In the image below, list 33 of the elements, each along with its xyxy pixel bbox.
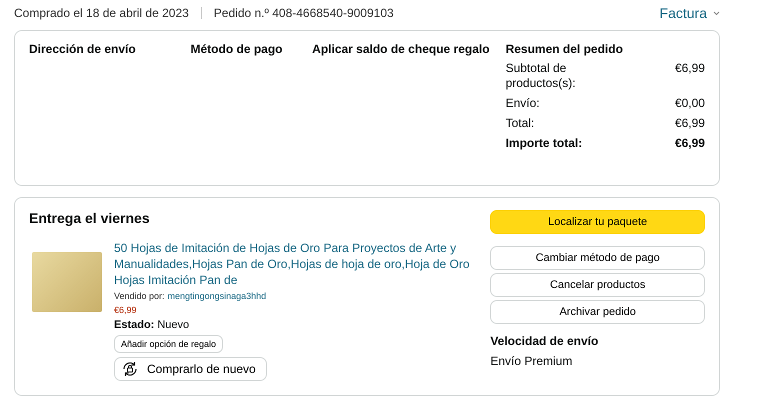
buy-again-button[interactable]: Comprarlo de nuevo	[114, 357, 267, 381]
action-button[interactable]: Archivar pedido	[490, 300, 705, 324]
summary-value: €6,99	[674, 61, 705, 77]
summary-label: Envío:	[506, 96, 541, 111]
buy-again-icon	[121, 360, 139, 378]
summary-value: €6,99	[674, 136, 705, 151]
shipping-speed-heading: Velocidad de envío	[490, 334, 600, 348]
column-heading: Dirección de envío	[29, 42, 136, 56]
action-button[interactable]: Cancelar productos	[490, 273, 705, 297]
price: €6,99	[114, 305, 137, 315]
summary-heading: Resumen del pedido	[506, 42, 624, 56]
chevron-down-icon	[713, 10, 720, 16]
product-link[interactable]: 50 Hojas de Imitación de Hojas de Oro Para Proyectos de Arte y Manualidades,Hojas Pan de Oro,Hojas de hoja de oro,Hoja de Oro Hojas Imitación Pan de	[114, 240, 474, 288]
delivery-title: Entrega el viernes	[29, 210, 151, 226]
summary-label: Total:	[506, 116, 536, 131]
summary-value: €6,99	[674, 116, 705, 131]
condition-label: Estado:	[114, 319, 154, 331]
photo-placeholder	[32, 252, 102, 312]
action-button[interactable]: Cambiar método de pago	[490, 246, 705, 270]
summary-label: Subtotal de productos(s):	[506, 61, 577, 91]
action-button[interactable]: Localizar tu paquete	[490, 210, 705, 234]
order-number: Pedido n.º 408-4668540-9009103	[214, 6, 394, 20]
summary-value: €0,00	[674, 96, 705, 111]
gift-option-button[interactable]: Añadir opción de regalo	[114, 335, 224, 353]
seller-link[interactable]: mengtingongsinaga3hhd	[168, 291, 266, 301]
shipping-speed-value: Envío Premium	[490, 354, 574, 368]
column-heading: Aplicar saldo de cheque regalo	[312, 42, 490, 56]
column-heading: Método de pago	[190, 42, 283, 56]
purchase-date: Comprado el 18 de abril de 2023	[14, 6, 189, 20]
invoice-link[interactable]: Factura	[660, 5, 707, 21]
condition-value: Nuevo	[157, 319, 190, 331]
seller-label: Vendido por:	[114, 291, 165, 301]
summary-label: Importe total:	[506, 136, 584, 151]
